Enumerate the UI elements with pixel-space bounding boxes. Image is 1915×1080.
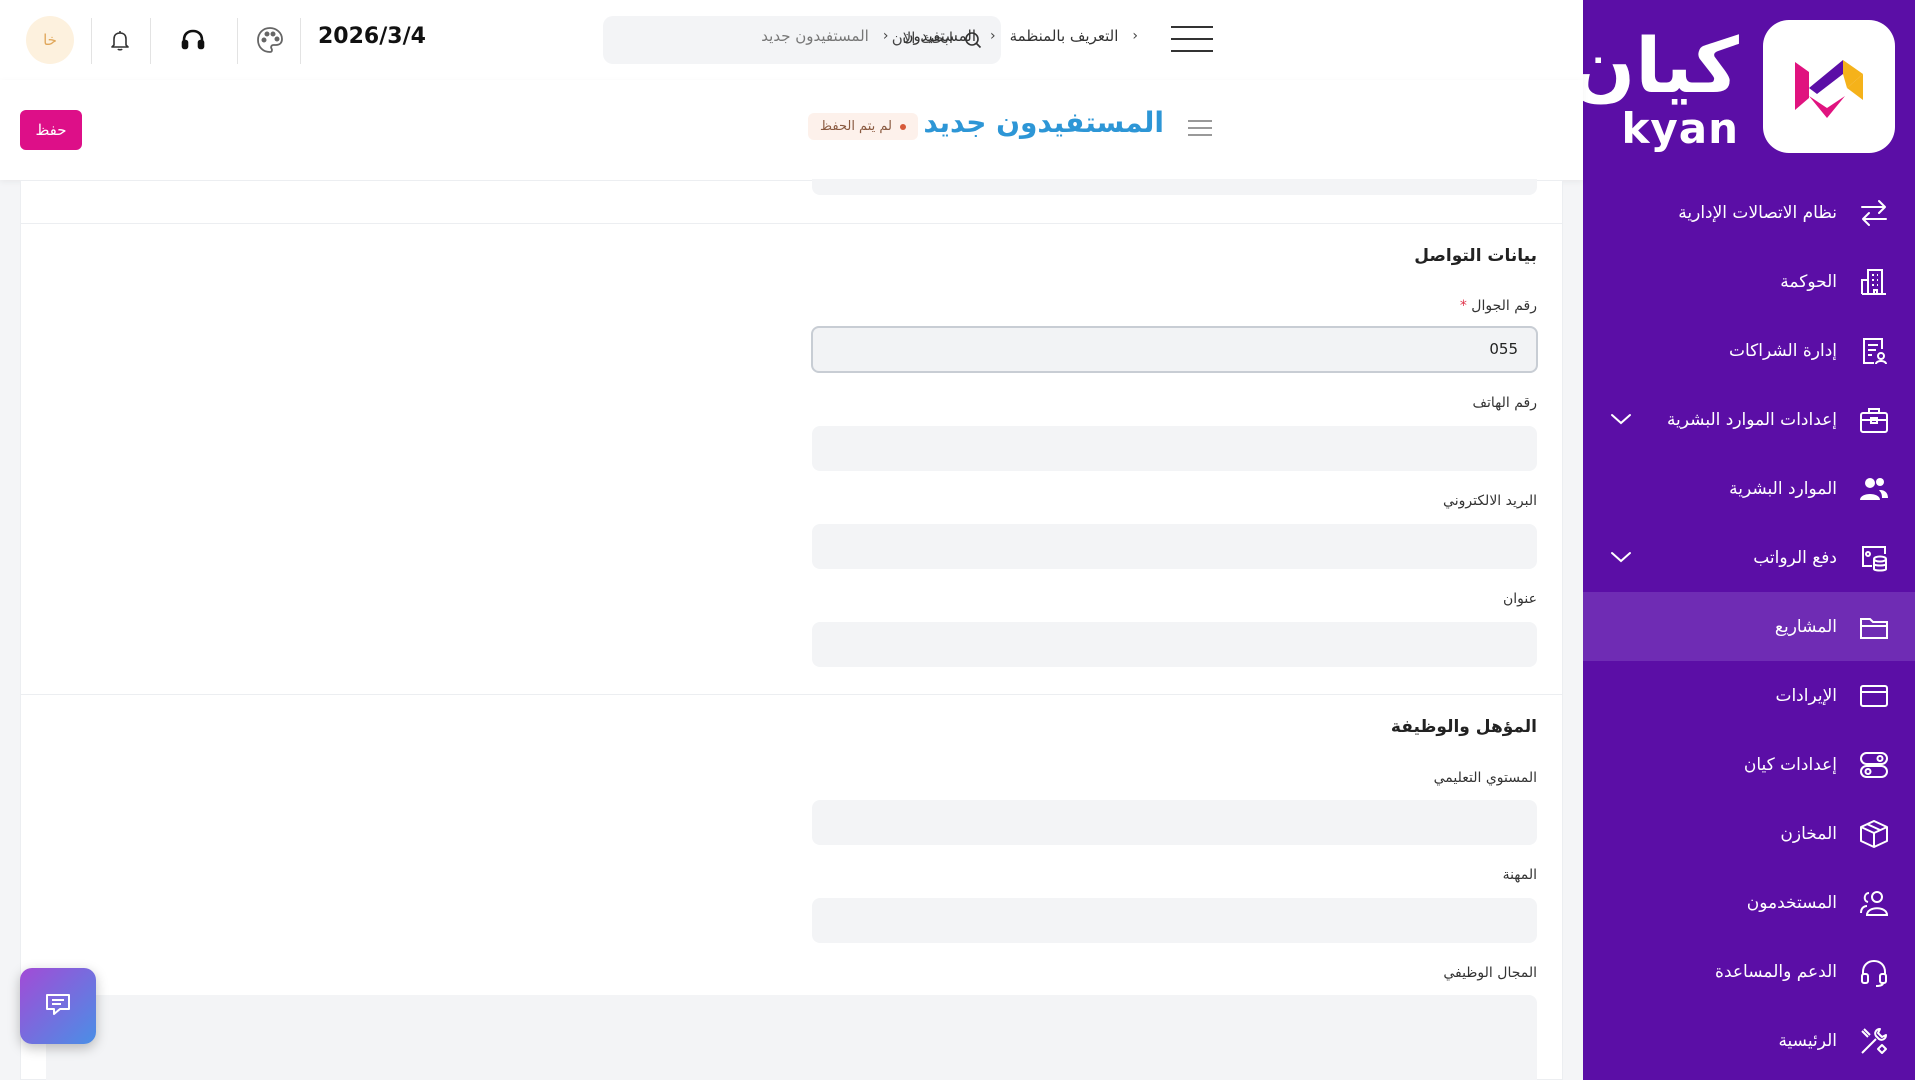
status-badge: لم يتم الحفظ bbox=[808, 113, 918, 140]
box-icon bbox=[1857, 817, 1891, 851]
avatar[interactable]: خا bbox=[26, 16, 74, 64]
education-field[interactable] bbox=[812, 800, 1537, 845]
status-badge-label: لم يتم الحفظ bbox=[820, 119, 892, 134]
sidebar-item-label: نظام الاتصالات الإدارية bbox=[1678, 202, 1837, 223]
sidebar-item-label: إعدادات كيان bbox=[1743, 754, 1837, 775]
sidebar-item-label: دفع الرواتب bbox=[1753, 547, 1837, 568]
folder-icon bbox=[1857, 610, 1891, 644]
email-field[interactable] bbox=[812, 524, 1537, 569]
bell-icon[interactable] bbox=[104, 24, 136, 56]
mobile-field[interactable]: 055 bbox=[811, 326, 1538, 373]
sidebar-item-revenues[interactable]: الإيرادات bbox=[1583, 661, 1915, 730]
sidebar-item-label: المخازن bbox=[1780, 823, 1837, 844]
save-button[interactable]: حفظ bbox=[20, 110, 82, 150]
menu-icon[interactable] bbox=[1188, 120, 1212, 141]
email-label: البريد الالكتروني bbox=[1443, 493, 1537, 509]
tools-icon bbox=[1857, 1024, 1891, 1058]
sidebar-item-warehouses[interactable]: المخازن bbox=[1583, 799, 1915, 868]
headset-icon[interactable] bbox=[177, 24, 209, 56]
divider bbox=[91, 18, 92, 64]
required-marker: * bbox=[1459, 298, 1467, 314]
sidebar-item-projects[interactable]: المشاريع bbox=[1583, 592, 1915, 661]
sidebar-item-admin-communications[interactable]: نظام الاتصالات الإدارية bbox=[1583, 178, 1915, 247]
section-title-qualification: المؤهل والوظيفة bbox=[1390, 717, 1537, 737]
hamburger-menu-icon[interactable] bbox=[1171, 26, 1213, 54]
address-label: عنوان bbox=[1503, 591, 1537, 607]
chat-icon bbox=[43, 989, 73, 1023]
mobile-label: * رقم الجوال bbox=[1457, 298, 1537, 314]
sidebar-item-partnerships[interactable]: إدارة الشراكات bbox=[1583, 316, 1915, 385]
sidebar-nav: نظام الاتصالات الإدارية الحوكمة إدارة ال… bbox=[1583, 178, 1915, 1075]
sidebar-item-label: المشاريع bbox=[1774, 616, 1837, 637]
status-dot-icon bbox=[900, 123, 906, 130]
brand-logo[interactable]: كيان kyan bbox=[1570, 20, 1895, 155]
sidebar-item-kyan-settings[interactable]: إعدادات كيان bbox=[1583, 730, 1915, 799]
previous-field[interactable] bbox=[812, 179, 1537, 195]
logo-mark bbox=[1763, 20, 1895, 153]
sidebar-item-label: إدارة الشراكات bbox=[1729, 340, 1837, 361]
sidebar-item-label: الدعم والمساعدة bbox=[1715, 961, 1837, 982]
mobile-label-text: رقم الجوال bbox=[1471, 298, 1537, 314]
headset-icon bbox=[1857, 955, 1891, 989]
divider bbox=[150, 18, 151, 64]
chevron-down-icon[interactable] bbox=[1609, 545, 1633, 573]
job-field-label: المجال الوظيفي bbox=[1443, 965, 1537, 981]
sidebar-item-users[interactable]: المستخدمون bbox=[1583, 868, 1915, 937]
chevron-left-icon: › bbox=[1132, 28, 1138, 44]
divider bbox=[21, 223, 1562, 224]
chevron-left-icon: › bbox=[882, 28, 889, 44]
logo-text-english: kyan bbox=[1621, 104, 1739, 153]
divider bbox=[21, 694, 1562, 695]
job-field-textarea[interactable] bbox=[46, 995, 1537, 1080]
phone-label: رقم الهاتف bbox=[1472, 395, 1537, 411]
sidebar-item-governance[interactable]: الحوكمة bbox=[1583, 247, 1915, 316]
top-bar: خا 2026/3/4 ابحث الان المستفيدون جديد › … bbox=[0, 0, 1583, 80]
current-date: 2026/3/4 bbox=[318, 24, 426, 49]
sidebar-item-label: الإيرادات bbox=[1775, 685, 1837, 706]
education-label: المستوي التعليمي bbox=[1433, 770, 1537, 786]
breadcrumb: المستفيدون جديد › المستفيدون › التعريف ب… bbox=[761, 27, 1138, 45]
breadcrumb-organization[interactable]: التعريف بالمنظمة bbox=[1010, 27, 1119, 45]
sidebar-item-label: الموارد البشرية bbox=[1729, 478, 1837, 499]
sidebar-item-hr[interactable]: الموارد البشرية bbox=[1583, 454, 1915, 523]
building-icon bbox=[1857, 265, 1891, 299]
sidebar: كيان kyan نظام الاتصالات الإدارية الحوكم… bbox=[1570, 0, 1915, 1080]
sidebar-item-hr-settings[interactable]: إعدادات الموارد البشرية bbox=[1583, 385, 1915, 454]
sidebar-item-label: الرئيسية bbox=[1778, 1030, 1837, 1051]
sidebar-item-label: المستخدمون bbox=[1746, 892, 1837, 913]
sidebar-item-support[interactable]: الدعم والمساعدة bbox=[1583, 937, 1915, 1006]
chevron-down-icon[interactable] bbox=[1609, 407, 1633, 435]
page-title: المستفيدون جديد bbox=[923, 106, 1164, 139]
profession-label: المهنة bbox=[1502, 867, 1537, 883]
section-title-contact: بيانات التواصل bbox=[1414, 246, 1537, 266]
chat-button[interactable] bbox=[20, 968, 96, 1044]
sidebar-item-label: إعدادات الموارد البشرية bbox=[1666, 409, 1837, 430]
briefcase-icon bbox=[1857, 403, 1891, 437]
mobile-field-value: 055 bbox=[1489, 340, 1518, 358]
chevron-left-icon: › bbox=[990, 28, 996, 44]
users-icon bbox=[1857, 472, 1891, 506]
address-field[interactable] bbox=[812, 622, 1537, 667]
logo-text-arabic: كيان bbox=[1570, 21, 1739, 110]
beneficiary-form: بيانات التواصل * رقم الجوال 055 رقم الها… bbox=[20, 179, 1563, 1080]
arrows-exchange-icon bbox=[1857, 196, 1891, 230]
breadcrumb-current: المستفيدون جديد bbox=[761, 27, 869, 45]
sidebar-item-home[interactable]: الرئيسية bbox=[1583, 1006, 1915, 1075]
divider bbox=[300, 18, 301, 64]
card-icon bbox=[1857, 679, 1891, 713]
breadcrumb-beneficiaries[interactable]: المستفيدون bbox=[902, 27, 976, 45]
document-user-icon bbox=[1857, 334, 1891, 368]
page-header: حفظ لم يتم الحفظ المستفيدون جديد bbox=[0, 80, 1583, 180]
phone-field[interactable] bbox=[812, 426, 1537, 471]
divider bbox=[237, 18, 238, 64]
sidebar-item-payroll[interactable]: دفع الرواتب bbox=[1583, 523, 1915, 592]
palette-icon[interactable] bbox=[254, 24, 286, 56]
sidebar-item-label: الحوكمة bbox=[1780, 271, 1837, 292]
profession-field[interactable] bbox=[812, 898, 1537, 943]
user-group-icon bbox=[1857, 886, 1891, 920]
payroll-icon bbox=[1857, 541, 1891, 575]
toggles-icon bbox=[1857, 748, 1891, 782]
